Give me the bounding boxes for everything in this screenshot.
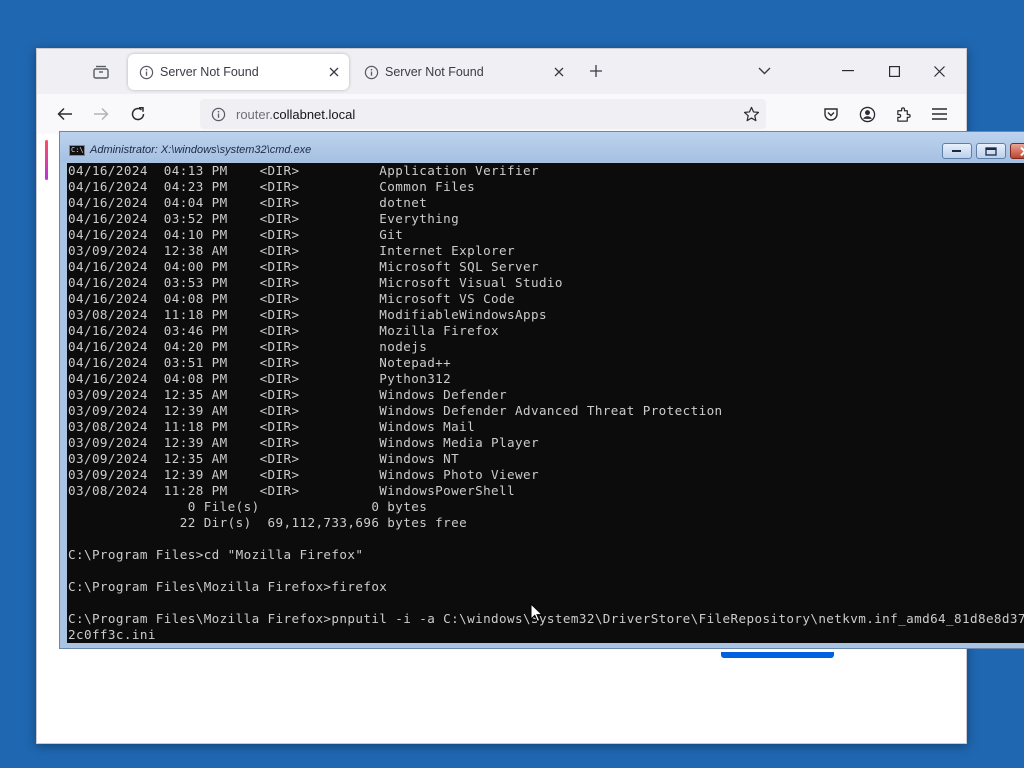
- try-again-button[interactable]: [721, 652, 834, 658]
- cmd-output-line: [68, 563, 1024, 579]
- cmd-output-line: 03/09/2024 12:39 AM <DIR> Windows Photo …: [68, 467, 539, 482]
- cmd-output-line: C:\Program Files\Mozilla Firefox>pnputil…: [68, 611, 1024, 626]
- cmd-output-line: 04/16/2024 04:10 PM <DIR> Git: [68, 227, 404, 242]
- cmd-window: C:\ Administrator: X:\windows\system32\c…: [59, 131, 1024, 649]
- site-info-icon[interactable]: [210, 106, 226, 122]
- cmd-output-line: [68, 531, 1024, 547]
- cmd-output-line: 0 File(s) 0 bytes: [68, 499, 428, 514]
- info-icon: [363, 64, 379, 80]
- navigation-bar: router.collabnet.local: [37, 94, 966, 134]
- cmd-output-line: 04/16/2024 04:20 PM <DIR> nodejs: [68, 339, 428, 354]
- cmd-output-line: 2c0ff3c.ini: [68, 627, 156, 642]
- cmd-output-line: 04/16/2024 04:23 PM <DIR> Common Files: [68, 179, 476, 194]
- cmd-console[interactable]: 04/16/2024 04:13 PM <DIR> Application Ve…: [67, 163, 1024, 643]
- menu-hamburger-icon[interactable]: [927, 102, 951, 126]
- cmd-output-line: 04/16/2024 04:08 PM <DIR> Microsoft VS C…: [68, 291, 515, 306]
- tab-title: Server Not Found: [160, 65, 259, 79]
- cmd-output-line: 04/16/2024 03:52 PM <DIR> Everything: [68, 211, 460, 226]
- close-tab-icon[interactable]: [325, 63, 343, 81]
- address-bar[interactable]: router.collabnet.local: [200, 99, 766, 129]
- close-tab-icon[interactable]: [550, 63, 568, 81]
- cmd-title-bar[interactable]: C:\ Administrator: X:\windows\system32\c…: [60, 132, 1024, 162]
- cmd-output-line: 04/16/2024 04:08 PM <DIR> Python312: [68, 371, 452, 386]
- forward-arrow-icon[interactable]: [89, 102, 113, 126]
- tab-overview-icon[interactable]: [89, 61, 113, 83]
- back-arrow-icon[interactable]: [53, 102, 77, 126]
- cmd-output-line: 04/16/2024 03:53 PM <DIR> Microsoft Visu…: [68, 275, 563, 290]
- cmd-window-title: Administrator: X:\windows\system32\cmd.e…: [90, 144, 312, 156]
- extensions-puzzle-icon[interactable]: [891, 102, 915, 126]
- cmd-restore-icon[interactable]: [976, 143, 1006, 159]
- bookmark-star-icon[interactable]: [742, 105, 760, 123]
- cmd-close-icon[interactable]: [1010, 143, 1024, 159]
- maximize-icon[interactable]: [881, 59, 907, 83]
- cmd-output-line: C:\Program Files>cd "Mozilla Firefox": [68, 547, 364, 562]
- tab-server-not-found-2[interactable]: Server Not Found: [353, 54, 574, 90]
- cmd-output-line: 03/09/2024 12:35 AM <DIR> Windows Defend…: [68, 387, 508, 402]
- cmd-output-line: 03/09/2024 12:35 AM <DIR> Windows NT: [68, 451, 460, 466]
- close-icon[interactable]: [926, 59, 952, 83]
- cmd-app-icon: C:\: [69, 145, 85, 156]
- reload-icon[interactable]: [126, 102, 150, 126]
- account-icon[interactable]: [855, 102, 879, 126]
- cmd-output-line: [68, 595, 1024, 611]
- cmd-output-line: C:\Program Files\Mozilla Firefox>firefox: [68, 579, 388, 594]
- cmd-minimize-icon[interactable]: [942, 143, 972, 159]
- cmd-output-line: 04/16/2024 04:13 PM <DIR> Application Ve…: [68, 163, 539, 178]
- cmd-output-line: 04/16/2024 04:04 PM <DIR> dotnet: [68, 195, 428, 210]
- cmd-output-line: 03/08/2024 11:18 PM <DIR> Windows Mail: [68, 419, 476, 434]
- url-text[interactable]: router.collabnet.local: [236, 107, 355, 122]
- cmd-output-line: 22 Dir(s) 69,112,733,696 bytes free: [68, 515, 468, 530]
- tab-bar: Server Not Found Server Not Found: [37, 49, 966, 94]
- cmd-output-line: 03/09/2024 12:39 AM <DIR> Windows Media …: [68, 435, 539, 450]
- tab-title: Server Not Found: [385, 65, 484, 79]
- info-icon: [138, 64, 154, 80]
- cmd-output-line: 03/08/2024 11:18 PM <DIR> ModifiableWind…: [68, 307, 547, 322]
- cmd-output-line: 03/09/2024 12:39 AM <DIR> Windows Defend…: [68, 403, 723, 418]
- mouse-cursor-icon: [530, 603, 542, 623]
- cmd-output-line: 04/16/2024 03:51 PM <DIR> Notepad++: [68, 355, 452, 370]
- url-subdomain: router.: [236, 107, 273, 122]
- cmd-output-line: 03/09/2024 12:38 AM <DIR> Internet Explo…: [68, 243, 515, 258]
- pocket-icon[interactable]: [819, 102, 843, 126]
- url-host: collabnet.local: [272, 107, 356, 122]
- cmd-output-line: 04/16/2024 04:00 PM <DIR> Microsoft SQL …: [68, 259, 539, 274]
- tab-server-not-found-1[interactable]: Server Not Found: [128, 54, 349, 90]
- cmd-output: 04/16/2024 04:13 PM <DIR> Application Ve…: [67, 163, 1024, 643]
- chevron-down-icon[interactable]: [755, 62, 773, 80]
- cmd-output-line: 03/08/2024 11:28 PM <DIR> WindowsPowerSh…: [68, 483, 515, 498]
- cmd-output-line: 04/16/2024 03:46 PM <DIR> Mozilla Firefo…: [68, 323, 500, 338]
- new-tab-icon[interactable]: [587, 62, 605, 80]
- minimize-icon[interactable]: [835, 59, 861, 83]
- page-accent-bar: [45, 140, 48, 180]
